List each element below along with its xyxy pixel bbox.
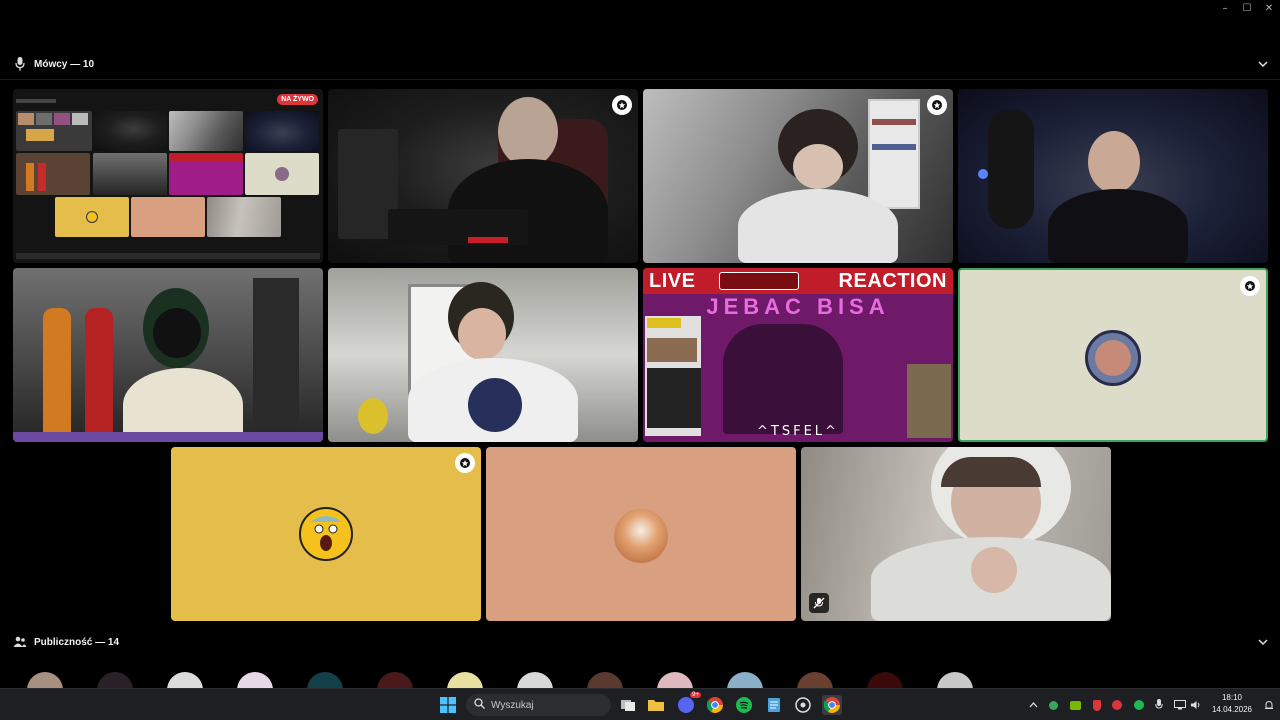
mini-tile (16, 111, 92, 151)
avatar (614, 509, 668, 563)
chrome-icon[interactable] (705, 695, 725, 715)
live-reaction-tile[interactable]: LIVE REACTION JEBAC BISA ^TSFEL^ (643, 268, 953, 442)
discord-icon[interactable]: 9+ (676, 692, 701, 715)
audience-label: Publiczność — 14 (34, 636, 120, 648)
mini-tile (169, 153, 243, 195)
live-reaction-footer: ^TSFEL^ (757, 424, 839, 439)
stage-moderator-icon (612, 95, 632, 115)
divider (0, 79, 1280, 80)
notepad-icon[interactable] (764, 695, 784, 715)
mini-tile (93, 153, 167, 195)
chevron-up-icon[interactable] (1026, 698, 1040, 712)
live-label: LIVE (649, 269, 696, 292)
chevron-down-icon[interactable] (1256, 635, 1270, 649)
task-view-icon[interactable] (618, 695, 638, 715)
nvidia-icon[interactable] (1068, 698, 1082, 712)
mini-tile (16, 153, 90, 195)
people-icon (12, 634, 28, 650)
video-tile[interactable] (801, 447, 1111, 621)
notifications-icon[interactable] (1262, 698, 1276, 712)
clock-date: 14.04.2026 (1211, 705, 1252, 714)
avatar-tile[interactable] (171, 447, 481, 621)
mini-tile (245, 153, 319, 195)
search-icon (474, 696, 485, 714)
windows-start-icon[interactable] (438, 695, 458, 715)
avatar (1085, 330, 1141, 386)
system-clock[interactable]: 18:10 14.04.2026 (1212, 692, 1252, 716)
stage-moderator-icon (1240, 276, 1260, 296)
search-input[interactable] (491, 699, 601, 711)
chevron-down-icon[interactable] (1256, 57, 1270, 71)
microphone-icon (12, 56, 28, 72)
mini-tile (245, 111, 319, 151)
avatar-tile-speaking[interactable] (958, 268, 1268, 442)
chrome-profile-icon[interactable] (822, 695, 842, 715)
volume-icon[interactable] (1189, 698, 1203, 712)
spotify-icon[interactable] (734, 695, 754, 715)
notification-badge: 9+ (690, 692, 701, 698)
maximize-button[interactable]: ☐ (1236, 0, 1258, 16)
screaming-emoji-avatar (299, 507, 353, 561)
microphone-tray-icon[interactable] (1152, 698, 1166, 712)
video-tile[interactable] (328, 268, 638, 442)
video-tile[interactable] (643, 89, 953, 263)
mini-tile (55, 197, 129, 237)
mini-tile (207, 197, 281, 237)
speakers-label: Mówcy — 10 (34, 58, 95, 70)
spotify-tray-icon[interactable] (1132, 698, 1146, 712)
live-badge: NA ŻYWO (277, 94, 318, 105)
screenshare-tile[interactable]: NA ŻYWO (13, 89, 323, 263)
record-icon[interactable] (1110, 698, 1124, 712)
status-dot-icon[interactable] (1046, 698, 1060, 712)
mini-tile (169, 111, 243, 151)
window-controls: – ☐ ✕ (1214, 0, 1280, 16)
network-icon[interactable] (1173, 698, 1187, 712)
mini-tile (131, 197, 205, 237)
video-tile[interactable] (328, 89, 638, 263)
taskbar-search[interactable] (466, 694, 611, 716)
video-tile[interactable] (958, 89, 1268, 263)
close-button[interactable]: ✕ (1258, 0, 1280, 16)
stage-moderator-icon (455, 453, 475, 473)
screenshare-toolbar (16, 99, 56, 103)
app-icon[interactable] (793, 695, 813, 715)
reaction-label: REACTION (838, 269, 947, 292)
speakers-header[interactable]: Mówcy — 10 (0, 49, 1280, 79)
taskbar: 9+ 18:10 14.04.2026 (0, 688, 1280, 720)
logo-icon (719, 272, 799, 290)
video-tile[interactable] (13, 268, 323, 442)
minimize-button[interactable]: – (1214, 0, 1236, 16)
shield-icon[interactable] (1090, 698, 1104, 712)
audience-header[interactable]: Publiczność — 14 (0, 627, 1280, 657)
file-explorer-icon[interactable] (646, 695, 666, 715)
stage-moderator-icon (927, 95, 947, 115)
avatar-tile[interactable] (486, 447, 796, 621)
clock-time: 18:10 (1221, 693, 1242, 702)
muted-microphone-icon (809, 593, 829, 613)
mini-taskbar (16, 253, 320, 259)
mini-tile (93, 111, 167, 151)
